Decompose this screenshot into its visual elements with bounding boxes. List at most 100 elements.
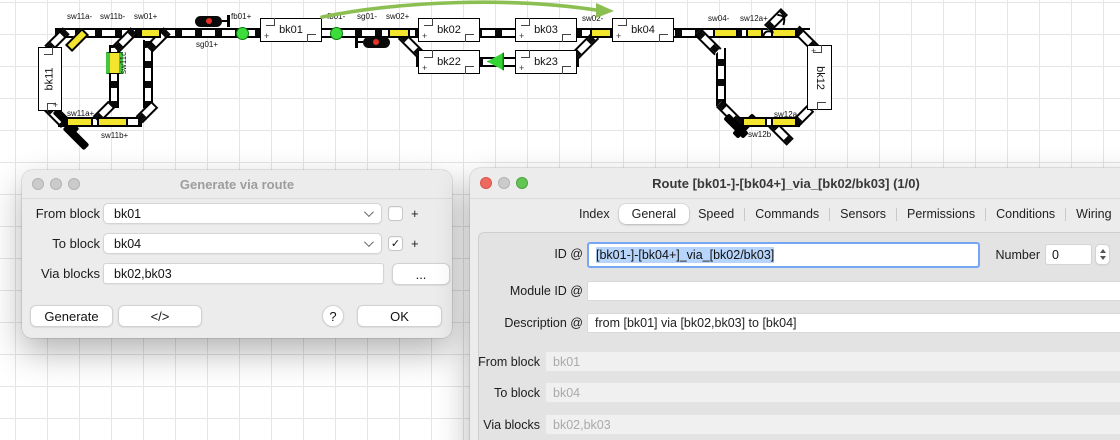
route-dialog: Route [bk01-]-[bk04+]_via_[bk02/bk03] (1…	[470, 168, 1120, 440]
sensor-fb01-[interactable]	[330, 27, 343, 40]
tab-separator	[1065, 208, 1066, 221]
block-corner-notch	[813, 45, 822, 53]
block-corner-notch	[521, 50, 530, 58]
tab-conditions[interactable]: Conditions	[987, 204, 1064, 224]
switch-track-segment[interactable]	[590, 28, 612, 38]
block-bk03[interactable]: bk03 +	[515, 18, 577, 42]
switch-track-segment[interactable]	[388, 28, 410, 38]
minimize-button[interactable]	[50, 178, 62, 190]
help-button[interactable]: ?	[322, 305, 344, 327]
from-block-field: bk01	[545, 351, 1120, 372]
switch-track-segment[interactable]	[771, 28, 797, 38]
to-block-field: bk04	[545, 382, 1120, 403]
chevron-down-icon	[364, 207, 374, 217]
block-corner-notch	[521, 18, 530, 26]
via-blocks-browse-button[interactable]: ...	[392, 263, 450, 285]
to-block-combo[interactable]: bk04	[103, 233, 382, 254]
signal-sg01-[interactable]	[355, 36, 390, 48]
code-button[interactable]: </>	[118, 305, 202, 327]
route-dialog-titlebar[interactable]: Route [bk01-]-[bk04+]_via_[bk02/bk03] (1…	[470, 168, 1120, 199]
tab-wiring[interactable]: Wiring	[1067, 204, 1120, 224]
direction-arrow-left-icon	[487, 52, 504, 71]
tab-commands[interactable]: Commands	[746, 204, 828, 224]
app-stage: bk01+bk02+bk03+bk04+bk22+bk23+bk11+bk12+…	[0, 0, 1120, 440]
switch-indicator-hook	[762, 29, 774, 40]
to-block-plus-checkbox[interactable]: ✓	[388, 236, 403, 251]
number-label: Number	[950, 248, 1040, 262]
description-value: from [bk01] via [bk02,bk03] to [bk04]	[595, 316, 797, 330]
tab-general[interactable]: General	[619, 204, 689, 224]
track-label-sw11b+: sw11b+	[101, 131, 128, 140]
switch-track-segment[interactable]	[713, 28, 738, 38]
signal-body	[363, 37, 390, 48]
zoom-button[interactable]	[68, 178, 80, 190]
tab-speed[interactable]: Speed	[689, 204, 743, 224]
block-corner-notch	[266, 18, 275, 26]
tab-separator	[829, 208, 830, 221]
minimize-button[interactable]	[498, 177, 510, 189]
track-plan: bk01+bk02+bk03+bk04+bk22+bk23+bk11+bk12+…	[0, 0, 1120, 160]
switch-track-segment[interactable]	[746, 28, 763, 38]
track-label-sw12a+: sw12a+	[740, 14, 768, 23]
block-bk23[interactable]: bk23+	[515, 50, 577, 74]
block-label: bk11	[44, 67, 56, 90]
block-bk12[interactable]: bk12+	[807, 45, 832, 110]
block-plus-mark: +	[422, 65, 427, 71]
track-label-sw12a-: sw12a-	[774, 110, 800, 119]
number-stepper[interactable]	[1095, 244, 1110, 265]
zoom-button[interactable]	[516, 177, 528, 189]
switch-track-segment[interactable]	[140, 28, 161, 38]
description-label: Description @	[470, 316, 583, 330]
switch-track-segment[interactable]	[742, 117, 767, 127]
from-block-plus-checkbox[interactable]	[388, 206, 403, 221]
from-block-value: bk01	[110, 207, 364, 221]
to-block-label: To block	[22, 236, 100, 251]
track-label-sw11a-: sw11a-	[67, 12, 92, 21]
close-button[interactable]	[32, 178, 44, 190]
track-label-sw11c: sw11c	[119, 52, 128, 74]
generate-dialog-titlebar[interactable]: Generate via route	[22, 170, 452, 199]
block-bk01[interactable]: bk01+	[260, 18, 322, 42]
block-corner-notch	[47, 103, 56, 111]
tab-permissions[interactable]: Permissions	[898, 204, 984, 224]
block-plus-mark: +	[616, 33, 621, 39]
block-bk02[interactable]: bk02+	[418, 18, 480, 42]
sensor-fb01+[interactable]	[236, 27, 249, 40]
block-corner-notch	[465, 34, 474, 42]
id-input[interactable]: [bk01-]-[bk04+]_via_[bk02/bk03]	[587, 242, 980, 268]
tab-separator	[985, 208, 986, 221]
tab-sensors[interactable]: Sensors	[831, 204, 895, 224]
id-value: [bk01-]-[bk04+]_via_[bk02/bk03]	[596, 247, 774, 263]
number-input[interactable]: 0	[1045, 244, 1092, 265]
tab-index[interactable]: Index	[570, 204, 619, 224]
description-input[interactable]: from [bk01] via [bk02,bk03] to [bk04]	[587, 313, 1120, 333]
generate-button[interactable]: Generate	[30, 305, 113, 327]
from-block-label: From block	[470, 355, 540, 369]
track-label-sw11b-: sw11b-	[100, 12, 125, 21]
signal-sg01+[interactable]	[195, 15, 230, 27]
track-label-sw01+: sw01+	[134, 12, 157, 21]
track-label-sw11a+: sw11a+	[67, 109, 94, 118]
via-blocks-label: Via blocks	[22, 266, 100, 281]
track-label-sw04-: sw04-	[708, 14, 729, 23]
switch-track-segment[interactable]	[66, 117, 93, 127]
block-bk04[interactable]: bk04+	[612, 18, 674, 42]
block-label: bk03	[534, 24, 558, 36]
close-button[interactable]	[480, 177, 492, 189]
stepper-down-icon[interactable]	[1100, 256, 1106, 260]
track-label-sg01+: sg01+	[196, 40, 218, 49]
stepper-up-icon[interactable]	[1100, 249, 1106, 253]
track-label-sw02-: sw02-	[582, 14, 603, 23]
block-bk22[interactable]: bk22+	[418, 50, 480, 74]
block-bk11[interactable]: bk11+	[38, 47, 62, 111]
block-label: bk23	[534, 56, 558, 68]
ok-button[interactable]: OK	[357, 305, 442, 327]
module-id-input[interactable]	[587, 281, 1120, 301]
switch-track-segment[interactable]	[97, 117, 128, 127]
block-plus-mark: +	[519, 33, 524, 39]
via-blocks-input[interactable]: bk02,bk03	[103, 263, 384, 284]
block-corner-notch	[307, 34, 316, 42]
signal-arm	[358, 41, 363, 44]
from-block-combo[interactable]: bk01	[103, 203, 382, 224]
check-icon: ✓	[391, 237, 400, 250]
